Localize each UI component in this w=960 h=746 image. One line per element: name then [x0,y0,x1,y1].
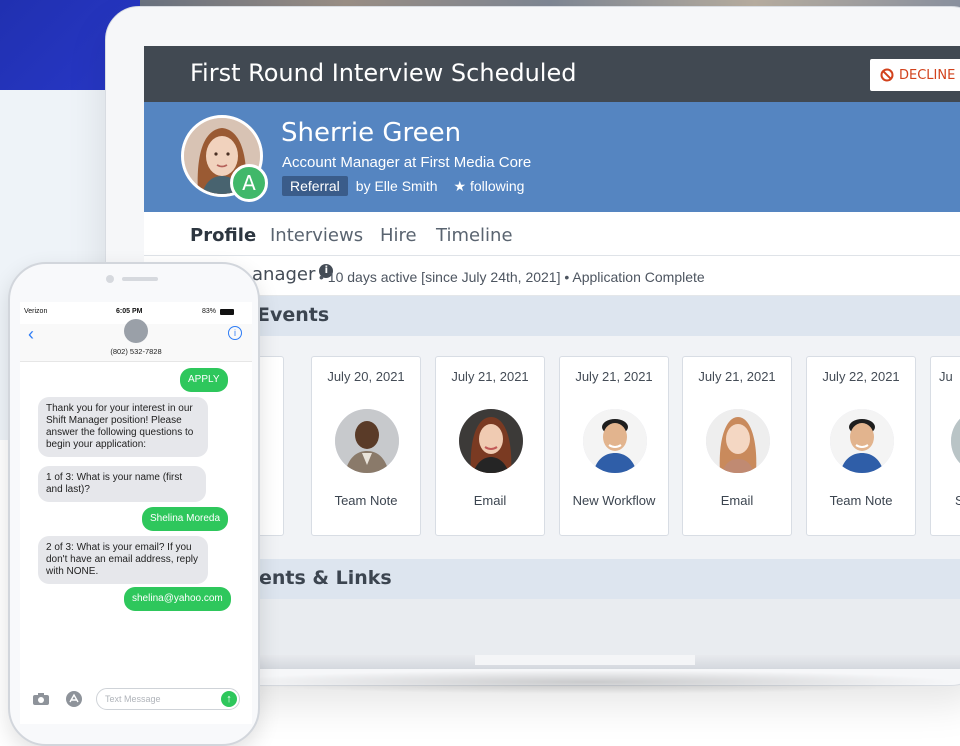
send-button[interactable]: ↑ [221,691,237,707]
following-link[interactable]: ★ following [454,178,525,195]
application-status: • 10 days active [since July 24th, 2021]… [319,269,705,285]
event-avatar [830,409,894,473]
phone-speaker [122,277,158,281]
info-circle-icon[interactable]: i [228,326,242,340]
event-card[interactable]: July 21, 2021 New Workflow [559,356,669,536]
event-date: July 21, 2021 [698,369,776,384]
contact-header: ‹ (802) 532-7828 i [20,319,252,362]
event-date: July 21, 2021 [575,369,653,384]
page-title: First Round Interview Scheduled [190,59,577,87]
contact-number: (802) 532-7828 [110,347,162,356]
battery-label: 83% [202,308,217,315]
tab-interviews[interactable]: Interviews [270,225,363,246]
position-title-text: anager [252,264,316,285]
clock-label: 6:05 PM [116,308,143,315]
profile-tabs: Profile Interviews Hire Timeline [144,212,960,256]
message-compose-bar: Text Message ↑ [20,684,252,724]
events-section-title: Events [257,304,330,326]
events-section-bar: Events [144,296,960,336]
camera-icon[interactable] [31,690,51,708]
event-card[interactable]: July 20, 2021 Team Note [311,356,421,536]
phone-screen: Verizon 6:05 PM 83% ‹ (802) 532-7828 i A… [20,302,252,724]
contact-avatar[interactable] [124,319,148,343]
event-date: Ju [939,369,953,384]
event-avatar [459,409,523,473]
application-info-row: anager i • 10 days active [since July 24… [144,256,960,296]
app-store-icon[interactable] [64,690,84,708]
back-chevron-icon[interactable]: ‹ [28,324,34,345]
event-avatar [335,409,399,473]
event-card[interactable]: July 22, 2021 Team Note [806,356,916,536]
laptop-screen: First Round Interview Scheduled DECLINE … [144,46,960,666]
app-header: First Round Interview Scheduled DECLINE [144,46,960,102]
event-avatar [951,409,960,473]
candidate-profile-band: A Sherrie Green Account Manager at First… [144,102,960,212]
carrier-label: Verizon [24,308,48,315]
event-label: Team Note [829,493,893,508]
message-bubble: 1 of 3: What is your name (first and las… [38,466,206,502]
candidate-name: Sherrie Green [281,118,462,148]
stage-badge[interactable]: A [230,164,268,202]
decline-label: DECLINE [899,67,956,83]
message-bubble: shelina@yahoo.com [124,587,231,611]
laptop-hinge [475,655,695,665]
candidate-subtitle: Account Manager at First Media Core [282,154,532,171]
tab-timeline[interactable]: Timeline [436,225,513,246]
message-input[interactable]: Text Message [96,688,240,710]
event-label: Email [473,493,507,508]
event-date: July 22, 2021 [822,369,900,384]
source-tag[interactable]: Referral [282,176,348,196]
message-bubble: Shelina Moreda [142,507,229,531]
stage-badge-label: A [242,171,256,195]
decline-button[interactable]: DECLINE [870,59,960,91]
message-bubble: 2 of 3: What is your email? If you don't… [38,536,208,584]
event-label: Email [720,493,754,508]
event-avatar [583,409,647,473]
event-avatar [706,409,770,473]
tab-profile[interactable]: Profile [190,225,256,246]
laptop-shadow [220,670,960,694]
candidate-meta: Referral by Elle Smith ★ following [282,176,524,196]
event-card[interactable]: July 21, 2021 Email [435,356,545,536]
tab-hire[interactable]: Hire [380,225,417,246]
documents-section-title: ents & Links [259,567,392,589]
event-card[interactable]: July 21, 2021 Email [682,356,792,536]
message-bubble: Thank you for your interest in our Shift… [38,397,208,457]
documents-section-bar: ents & Links [144,559,960,599]
event-label: Team Note [334,493,398,508]
phone-camera [106,275,114,283]
event-date: July 21, 2021 [451,369,529,384]
ban-icon [880,68,894,82]
referrer-text: by Elle Smith [355,178,438,194]
event-label: New Workflow [572,493,656,508]
event-card[interactable]: Ju S [930,356,960,536]
events-list: 021 l July 20, 2021 Team Note July 21, 2… [144,339,960,554]
message-bubble: APPLY [180,368,228,392]
event-date: July 20, 2021 [327,369,405,384]
event-label: S [955,493,960,508]
battery-icon [220,309,234,315]
